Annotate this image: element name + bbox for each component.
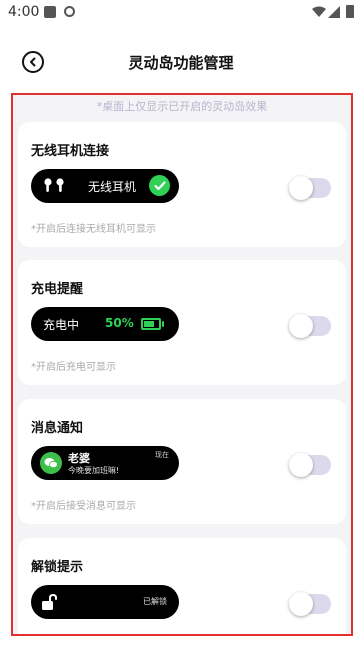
card-hint: *开启后接受消息可显示 — [31, 501, 136, 512]
battery-percent: 50% — [105, 316, 134, 330]
status-bar: 4:00 — [0, 0, 362, 26]
battery-tip — [162, 321, 164, 327]
wifi-icon — [312, 6, 326, 17]
card-title: 无线耳机连接 — [31, 144, 110, 159]
message-time: 现在 — [155, 451, 169, 459]
toggle-wireless-earbuds[interactable] — [289, 176, 331, 200]
island-label: 已解锁 — [143, 597, 167, 606]
card-message-notification: 消息通知 老婆 今晚要加班嘛! 现在 *开启后接受消息可显示 — [18, 399, 346, 524]
toggle-knob — [289, 592, 313, 616]
island-preview-charging: 充电中 50% — [31, 307, 179, 341]
card-hint: *开启后连接无线耳机可显示 — [31, 224, 156, 235]
island-label: 无线耳机 — [88, 180, 137, 194]
notification-icon — [44, 6, 56, 18]
island-preview-message: 老婆 今晚要加班嘛! 现在 — [31, 446, 179, 480]
toggle-charging[interactable] — [289, 314, 331, 338]
card-wireless-earbuds: 无线耳机连接 无线耳机 *开启后连接无线耳机可显示 — [18, 122, 346, 247]
message-sender: 老婆 — [68, 452, 90, 465]
toggle-unlock-prompt[interactable] — [289, 592, 331, 616]
card-title: 充电提醒 — [31, 282, 84, 297]
island-preview-unlock: 已解锁 — [31, 585, 179, 619]
feature-list: *桌面上仅显示已开启的灵动岛效果 无线耳机连接 无线耳机 *开启后连接无线耳机可… — [11, 93, 353, 636]
card-title: 消息通知 — [31, 421, 84, 436]
card-title: 解锁提示 — [31, 560, 84, 575]
card-unlock-prompt: 解锁提示 已解锁 — [18, 538, 346, 634]
toggle-knob — [289, 453, 313, 477]
unlock-icon — [42, 593, 57, 610]
island-label: 充电中 — [43, 318, 80, 332]
card-charging: 充电提醒 充电中 50% *开启后充电可显示 — [18, 260, 346, 385]
card-hint: *开启后充电可显示 — [31, 362, 116, 373]
battery-icon — [346, 5, 354, 18]
earbuds-icon — [44, 178, 64, 192]
page-title: 灵动岛功能管理 — [128, 54, 234, 72]
tip-text: *桌面上仅显示已开启的灵动岛效果 — [96, 100, 268, 113]
toggle-message-notification[interactable] — [289, 453, 331, 477]
check-icon — [149, 175, 170, 196]
island-preview-earbuds: 无线耳机 — [31, 169, 179, 203]
app-header: 灵动岛功能管理 — [0, 42, 362, 82]
wechat-icon — [40, 452, 62, 474]
toggle-knob — [289, 314, 313, 338]
message-preview: 今晚要加班嘛! — [68, 466, 120, 475]
signal-icon — [328, 6, 340, 18]
toggle-knob — [289, 176, 313, 200]
battery-level-icon — [141, 318, 161, 330]
status-time: 4:00 — [8, 4, 40, 20]
sync-icon — [64, 6, 75, 17]
